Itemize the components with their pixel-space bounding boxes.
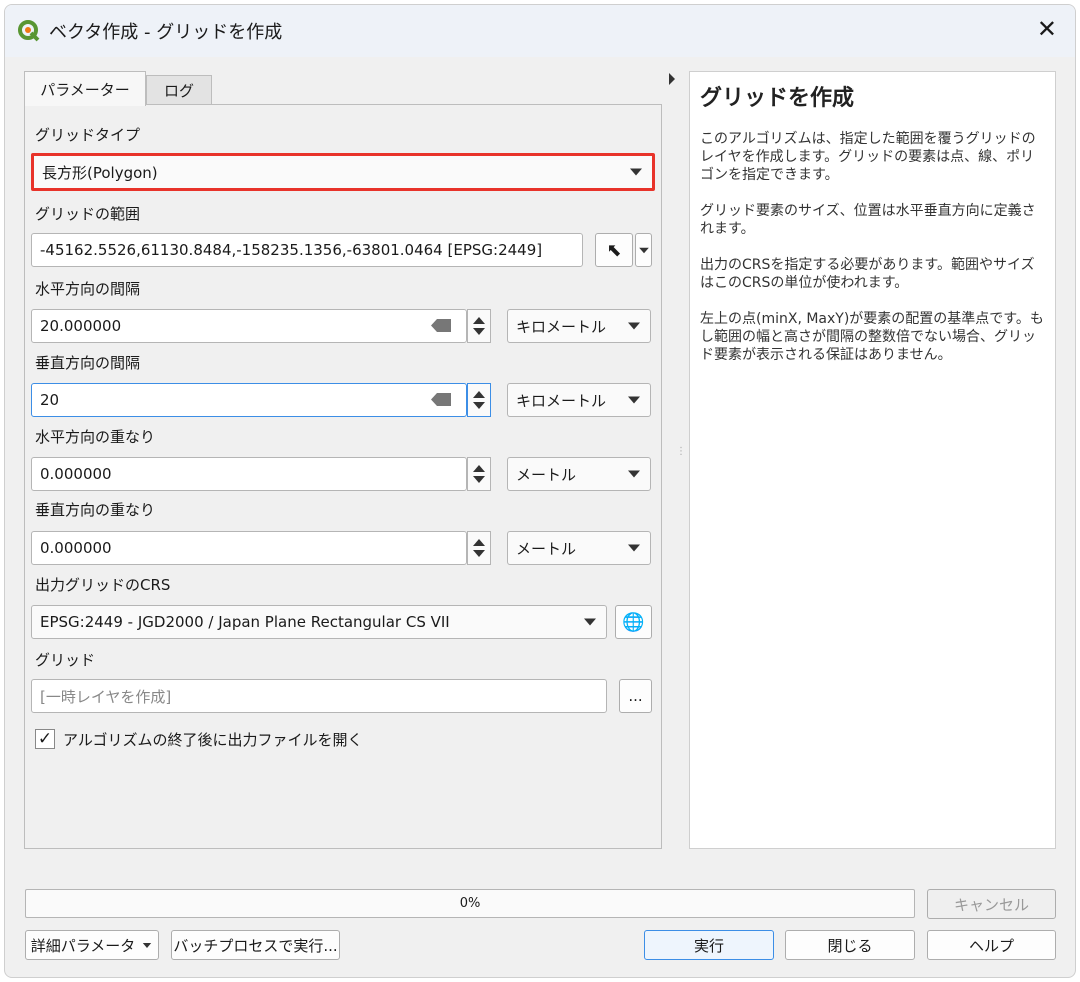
up-arrow-icon[interactable] bbox=[473, 317, 485, 324]
dialog-window: ベクタ作成 - グリッドを作成 ✕ パラメーター ログ ⋮ グリッドタイプ 長方… bbox=[4, 4, 1076, 978]
extent-input[interactable]: -45162.5526,61130.8484,-158235.1356,-638… bbox=[31, 233, 583, 267]
cursor-arrow-icon: ⬉ bbox=[606, 239, 622, 261]
h-overlay-unit-select[interactable]: メートル bbox=[507, 457, 651, 491]
crs-value: EPSG:2449 - JGD2000 / Japan Plane Rectan… bbox=[40, 613, 450, 631]
output-label: グリッド bbox=[35, 651, 96, 669]
unit-value: キロメートル bbox=[516, 317, 607, 336]
splitter-handle[interactable]: ⋮ bbox=[676, 447, 686, 457]
close-button[interactable]: 閉じる bbox=[785, 930, 915, 960]
down-arrow-icon[interactable] bbox=[473, 476, 485, 483]
help-paragraph: グリッド要素のサイズ、位置は水平垂直方向に定義されます。 bbox=[700, 203, 1036, 237]
chevron-down-icon bbox=[143, 942, 152, 948]
v-overlay-spinner[interactable] bbox=[467, 531, 491, 565]
help-button[interactable]: ヘルプ bbox=[927, 930, 1056, 960]
help-paragraph: 出力のCRSを指定する必要があります。範囲やサイズはこのCRSの単位が使われます… bbox=[700, 257, 1035, 291]
down-arrow-icon[interactable] bbox=[473, 550, 485, 557]
v-overlay-input[interactable]: 0.000000 bbox=[31, 531, 467, 565]
help-panel: グリッドを作成 このアルゴリズムは、指定した範囲を覆うグリッドのレイヤを作成しま… bbox=[689, 71, 1056, 849]
tab-parameters[interactable]: パラメーター bbox=[24, 71, 146, 106]
help-paragraph: このアルゴリズムは、指定した範囲を覆うグリッドのレイヤを作成します。グリッドの要… bbox=[700, 131, 1036, 183]
unit-value: キロメートル bbox=[516, 391, 607, 410]
globe-icon: 🌐 bbox=[622, 611, 645, 633]
chevron-down-icon bbox=[628, 470, 640, 478]
up-arrow-icon[interactable] bbox=[473, 391, 485, 398]
crs-label: 出力グリッドのCRS bbox=[35, 576, 171, 594]
help-title: グリッドを作成 bbox=[700, 86, 855, 111]
up-arrow-icon[interactable] bbox=[473, 465, 485, 472]
grid-type-select[interactable]: 長方形(Polygon) bbox=[31, 153, 655, 191]
chevron-down-icon bbox=[628, 322, 640, 330]
up-arrow-icon[interactable] bbox=[473, 539, 485, 546]
tab-log[interactable]: ログ bbox=[146, 75, 212, 105]
grid-type-label: グリッドタイプ bbox=[35, 126, 141, 144]
v-spacing-spinner[interactable] bbox=[467, 383, 491, 417]
down-arrow-icon[interactable] bbox=[473, 402, 485, 409]
chevron-down-icon bbox=[630, 168, 642, 176]
cancel-button[interactable]: キャンセル bbox=[927, 889, 1056, 919]
checkmark-icon: ✓ bbox=[37, 729, 53, 749]
chevron-down-icon bbox=[638, 247, 649, 253]
progress-bar: 0% bbox=[25, 889, 915, 918]
open-output-label[interactable]: アルゴリズムの終了後に出力ファイルを開く bbox=[63, 729, 363, 750]
h-overlay-label: 水平方向の重なり bbox=[35, 428, 156, 446]
unit-value: メートル bbox=[516, 465, 577, 484]
extent-label: グリッドの範囲 bbox=[35, 205, 141, 223]
title-bar: ベクタ作成 - グリッドを作成 ✕ bbox=[5, 5, 1075, 57]
qgis-logo-icon bbox=[18, 20, 40, 42]
select-extent-on-canvas-button[interactable]: ⬉ bbox=[595, 233, 633, 267]
v-spacing-unit-select[interactable]: キロメートル bbox=[507, 383, 651, 417]
advanced-label: 詳細パラメータ bbox=[30, 936, 136, 955]
v-overlay-unit-select[interactable]: メートル bbox=[507, 531, 651, 565]
crs-select[interactable]: EPSG:2449 - JGD2000 / Japan Plane Rectan… bbox=[31, 605, 607, 639]
collapse-help-arrow-icon[interactable] bbox=[669, 73, 675, 85]
extent-options-dropdown[interactable] bbox=[635, 233, 652, 267]
h-spacing-input[interactable]: 20.000000 bbox=[31, 309, 467, 343]
chevron-down-icon bbox=[628, 396, 640, 404]
open-output-checkbox[interactable]: ✓ bbox=[35, 729, 55, 749]
window-title: ベクタ作成 - グリッドを作成 bbox=[49, 22, 283, 43]
unit-value: メートル bbox=[516, 539, 577, 558]
v-spacing-label: 垂直方向の間隔 bbox=[35, 354, 141, 372]
output-browse-button[interactable]: ... bbox=[619, 679, 652, 713]
select-crs-button[interactable]: 🌐 bbox=[615, 605, 652, 639]
advanced-parameters-button[interactable]: 詳細パラメータ bbox=[25, 930, 159, 960]
h-spacing-unit-select[interactable]: キロメートル bbox=[507, 309, 651, 343]
h-overlay-input[interactable]: 0.000000 bbox=[31, 457, 467, 491]
v-overlay-label: 垂直方向の重なり bbox=[35, 501, 156, 519]
v-spacing-input[interactable]: 20 bbox=[31, 383, 467, 417]
h-spacing-label: 水平方向の間隔 bbox=[35, 280, 141, 298]
grid-type-value: 長方形(Polygon) bbox=[42, 163, 158, 182]
h-spacing-spinner[interactable] bbox=[467, 309, 491, 343]
down-arrow-icon[interactable] bbox=[473, 328, 485, 335]
h-overlay-spinner[interactable] bbox=[467, 457, 491, 491]
output-input[interactable]: [一時レイヤを作成] bbox=[31, 679, 607, 713]
batch-process-button[interactable]: バッチプロセスで実行... bbox=[171, 930, 340, 960]
help-paragraph: 左上の点(minX, MaxY)が要素の配置の基準点です。もし範囲の幅と高さが間… bbox=[700, 311, 1044, 363]
chevron-down-icon bbox=[628, 544, 640, 552]
close-icon[interactable]: ✕ bbox=[1037, 15, 1057, 43]
chevron-down-icon bbox=[584, 618, 596, 626]
run-button[interactable]: 実行 bbox=[644, 930, 774, 960]
progress-label: 0% bbox=[459, 896, 481, 911]
